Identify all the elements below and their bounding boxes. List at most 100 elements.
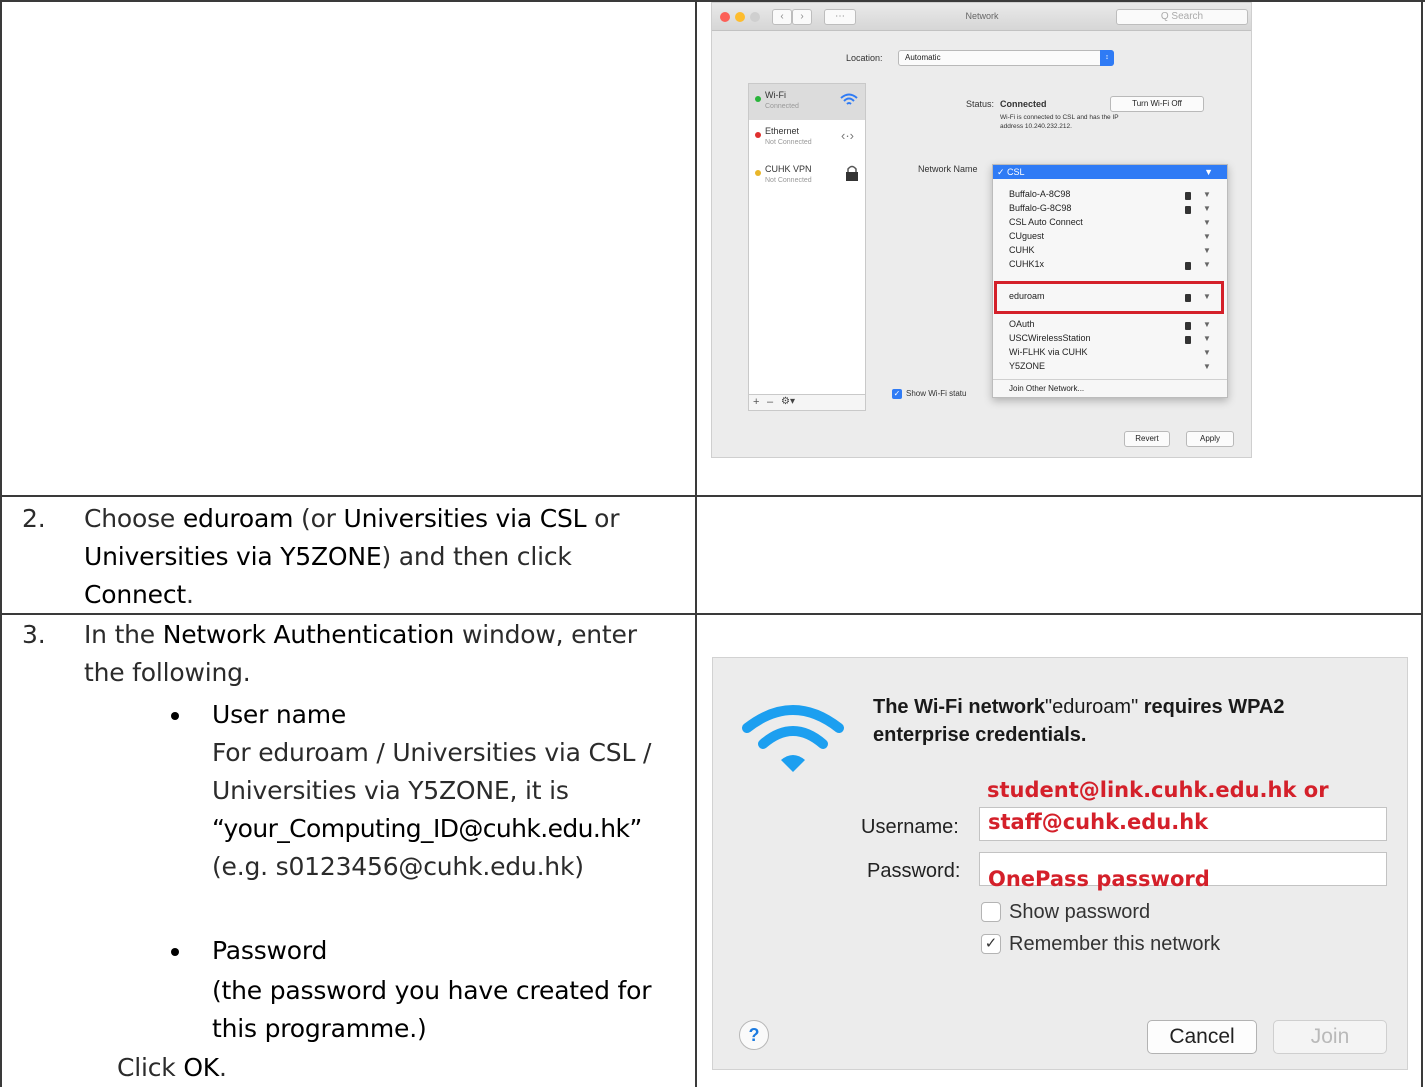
text: ) and then click xyxy=(381,542,572,571)
revert-button[interactable]: Revert xyxy=(1124,431,1170,447)
dialog-message-line-2: enterprise credentials. xyxy=(873,724,1087,746)
location-label: Location: xyxy=(846,53,883,63)
gear-icon[interactable]: ⚙▾ xyxy=(781,396,795,407)
status-dot-icon xyxy=(755,132,761,138)
network-item[interactable]: Buffalo-A-8C98 xyxy=(1009,189,1070,199)
show-password-label: Show password xyxy=(1009,901,1151,923)
network-item[interactable]: USCWirelessStation xyxy=(1009,333,1091,343)
text: Click xyxy=(117,1053,184,1082)
zoom-dot-icon[interactable] xyxy=(750,12,760,22)
text: The Wi-Fi network xyxy=(873,696,1046,718)
services-list: Wi-Fi Connected Ethernet Not Connected ‹… xyxy=(748,83,866,395)
network-item[interactable]: Y5ZONE xyxy=(1009,361,1045,371)
search-field[interactable]: Q Search xyxy=(1116,9,1248,25)
network-item[interactable]: Wi-FLHK via CUHK xyxy=(1009,347,1088,357)
lock-icon xyxy=(1185,206,1191,214)
wifi-signal-icon: ▼ xyxy=(1203,218,1211,227)
help-button[interactable]: ? xyxy=(739,1020,769,1050)
show-wifi-status-checkbox[interactable]: ✓ xyxy=(892,389,902,399)
join-other-network-item[interactable]: Join Other Network... xyxy=(1009,384,1084,393)
service-status: Not Connected xyxy=(765,177,812,184)
forward-button[interactable]: › xyxy=(792,9,812,25)
emphasis: Network Authentication xyxy=(162,620,455,649)
dropdown-divider xyxy=(993,379,1227,380)
username-example: (e.g. s0123456@cuhk.edu.hk) xyxy=(212,852,584,881)
selected-network-item[interactable]: ✓ CSL ▼ xyxy=(993,165,1227,179)
service-status: Not Connected xyxy=(765,139,812,146)
wifi-signal-icon: ▼ xyxy=(1203,362,1211,371)
chevron-updown-icon: ↕ xyxy=(1100,50,1114,66)
bullet-password-title: Password xyxy=(212,936,328,965)
step-number: 3. xyxy=(22,620,46,649)
bullet-username-title: User name xyxy=(212,700,347,729)
password-input[interactable]: OnePass password xyxy=(979,852,1387,891)
wifi-icon xyxy=(741,698,845,778)
emphasis: Connect xyxy=(84,580,186,609)
grid-view-button[interactable]: ⋯ xyxy=(824,9,856,25)
vpn-lock-icon xyxy=(845,164,859,182)
dialog-message-line-1: The Wi-Fi network"eduroam" requires WPA2 xyxy=(873,696,1285,719)
show-wifi-status-label: Show Wi-Fi statu xyxy=(906,389,967,398)
wifi-signal-icon: ▼ xyxy=(1203,190,1211,199)
network-item[interactable]: CUguest xyxy=(1009,231,1044,241)
show-password-checkbox[interactable] xyxy=(981,902,1001,922)
network-item[interactable]: CUHK1x xyxy=(1009,259,1044,269)
remove-service-button[interactable]: – xyxy=(767,396,773,408)
table-row-divider-2 xyxy=(0,613,1423,615)
emphasis: eduroam xyxy=(182,504,294,533)
cancel-button[interactable]: Cancel xyxy=(1147,1020,1257,1054)
wifi-signal-icon: ▼ xyxy=(1203,348,1211,357)
wifi-signal-icon: ▼ xyxy=(1203,246,1211,255)
status-dot-icon xyxy=(755,170,761,176)
lock-icon xyxy=(1185,336,1191,344)
table-border-right xyxy=(1421,0,1423,1087)
window-title: Network xyxy=(965,11,999,21)
table-row-divider-1 xyxy=(0,495,1423,497)
network-name: "eduroam" xyxy=(1045,696,1139,718)
username-annotation-2: staff@cuhk.edu.hk xyxy=(988,810,1209,834)
bullet-password-line: this programme.) xyxy=(212,1014,427,1043)
remember-network-checkbox[interactable]: ✓ xyxy=(981,934,1001,954)
service-name: CUHK VPN xyxy=(765,164,812,174)
status-value: Connected xyxy=(1000,99,1047,109)
username-annotation-1: student@link.cuhk.edu.hk or xyxy=(987,778,1329,802)
wifi-signal-icon: ▼ xyxy=(1203,320,1211,329)
turn-wifi-off-button[interactable]: Turn Wi-Fi Off xyxy=(1110,96,1204,112)
network-item[interactable]: CSL Auto Connect xyxy=(1009,217,1083,227)
location-value: Automatic xyxy=(905,53,941,62)
location-select[interactable]: Automatic ↕ xyxy=(898,50,1114,66)
bullet-dot-icon xyxy=(171,712,179,720)
step-2-line-2: Universities via Y5ZONE) and then click xyxy=(84,542,572,571)
join-button[interactable]: Join xyxy=(1273,1020,1387,1054)
status-description-line-2: address 10.240.232.212. xyxy=(1000,123,1072,130)
bullet-username-line: For eduroam / Universities via CSL / xyxy=(212,738,652,767)
service-name: Wi-Fi xyxy=(765,90,786,100)
bullet-dot-icon xyxy=(171,948,179,956)
add-service-button[interactable]: + xyxy=(753,396,759,408)
network-item[interactable]: Buffalo-G-8C98 xyxy=(1009,203,1071,213)
password-label: Password: xyxy=(867,860,961,882)
wifi-signal-icon: ▼ xyxy=(1204,167,1213,177)
emphasis: Universities via CSL xyxy=(343,504,587,533)
text: requires WPA2 xyxy=(1138,696,1285,718)
wifi-icon xyxy=(839,90,859,110)
lock-icon xyxy=(1185,192,1191,200)
text: window, enter xyxy=(454,620,637,649)
network-name-label: Network Name xyxy=(918,164,978,174)
wifi-signal-icon: ▼ xyxy=(1203,260,1211,269)
service-name: Ethernet xyxy=(765,126,800,136)
back-button[interactable]: ‹ xyxy=(772,9,792,25)
minimize-dot-icon[interactable] xyxy=(735,12,745,22)
step-3-intro-1: In the Network Authentication window, en… xyxy=(84,620,637,649)
wifi-signal-icon: ▼ xyxy=(1203,232,1211,241)
username-input[interactable]: staff@cuhk.edu.hk xyxy=(979,807,1387,841)
status-description-line-1: Wi-Fi is connected to CSL and has the IP xyxy=(1000,114,1119,121)
click-ok-instruction: Click OK. xyxy=(117,1053,227,1082)
status-label: Status: xyxy=(966,99,995,109)
network-item[interactable]: CUHK xyxy=(1009,245,1035,255)
emphasis: OK xyxy=(183,1053,219,1082)
network-item[interactable]: OAuth xyxy=(1009,319,1035,329)
network-authentication-dialog: The Wi-Fi network"eduroam" requires WPA2… xyxy=(712,657,1408,1070)
close-dot-icon[interactable] xyxy=(720,12,730,22)
apply-button[interactable]: Apply xyxy=(1186,431,1234,447)
